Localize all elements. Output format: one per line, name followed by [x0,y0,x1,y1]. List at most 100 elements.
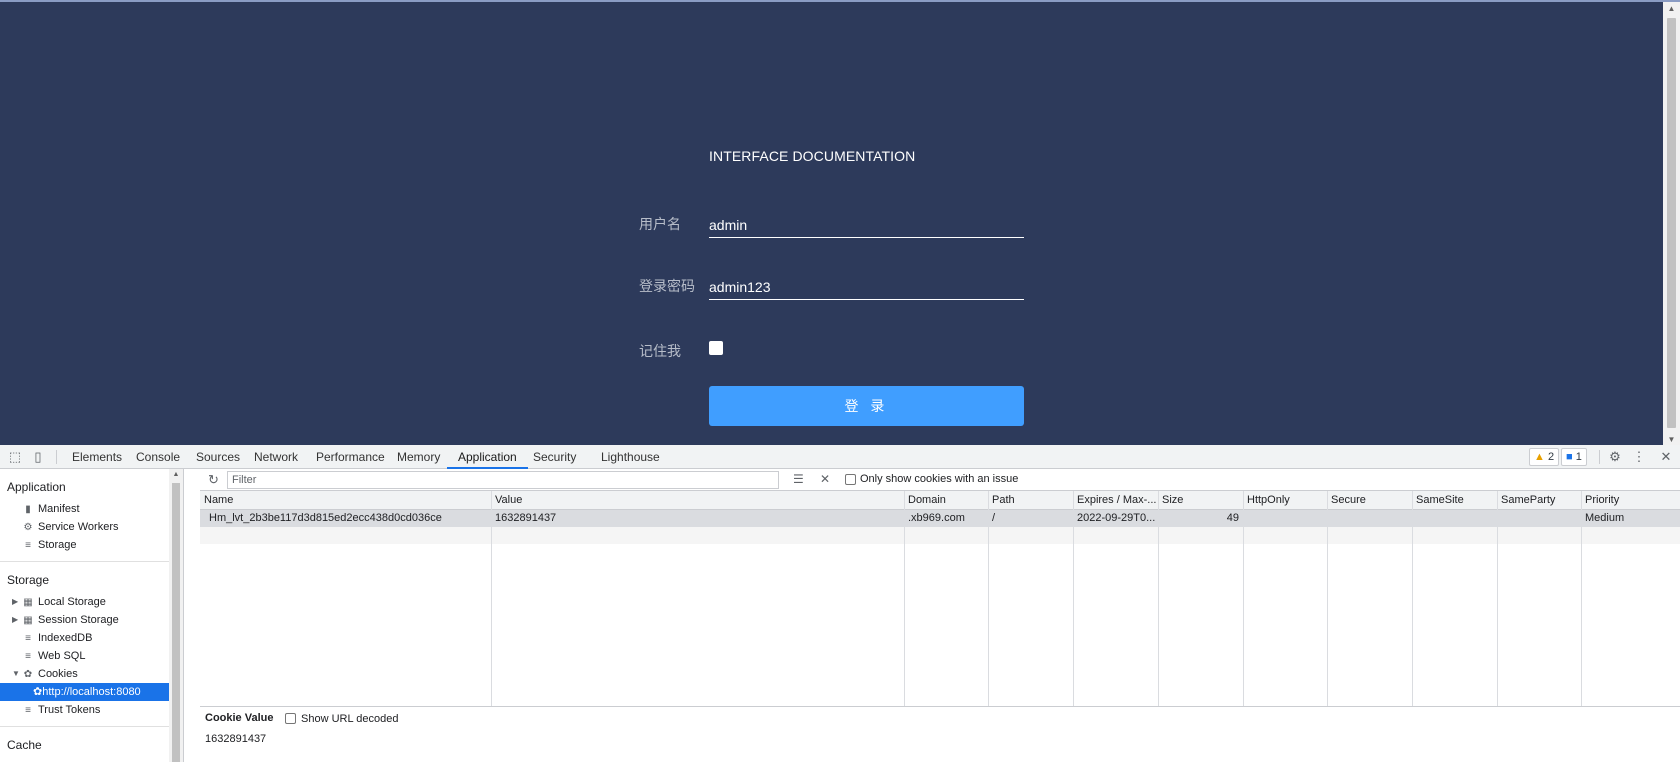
scroll-up-icon[interactable]: ▲ [169,469,183,481]
column-divider[interactable] [988,491,989,706]
column-divider[interactable] [1073,491,1074,706]
warning-count: 2 [1547,451,1555,463]
toolbar-divider [1599,450,1600,464]
delete-icon[interactable]: ✕ [820,472,830,486]
database-icon: ≡ [25,651,31,662]
scrollbar-thumb[interactable] [172,483,180,762]
gear-icon: ⚙ [23,522,33,533]
show-url-decoded-checkbox[interactable] [285,713,296,724]
column-header-domain[interactable]: Domain [904,491,988,510]
settings-gear-icon[interactable]: ⚙ [1607,449,1623,465]
column-divider[interactable] [491,491,492,706]
sidebar-header-cache: Cache [7,738,42,752]
show-url-decoded-label: Show URL decoded [301,713,399,725]
tab-sources[interactable]: Sources [194,445,242,469]
message-icon: ■ [1566,451,1573,463]
password-input[interactable] [709,270,1024,300]
column-header-name[interactable]: Name [200,491,491,510]
clear-filtered-icon[interactable]: ☰ [793,472,804,486]
expand-arrow-icon[interactable]: ▶ [12,593,18,611]
login-button[interactable]: 登 录 [709,386,1024,426]
column-divider[interactable] [1412,491,1413,706]
column-header-samesite[interactable]: SameSite [1412,491,1497,510]
more-options-icon[interactable]: ⋮ [1631,449,1647,465]
column-header-path[interactable]: Path [988,491,1073,510]
remember-checkbox[interactable] [709,341,723,355]
sidebar-item-manifest[interactable]: ▮ Manifest [22,500,79,518]
column-divider[interactable] [1327,491,1328,706]
sidebar-item-indexeddb[interactable]: ≡ IndexedDB [22,629,92,647]
column-divider[interactable] [904,491,905,706]
only-issues-checkbox[interactable] [845,474,856,485]
collapse-arrow-icon[interactable]: ▼ [12,665,20,683]
column-header-sameparty[interactable]: SameParty [1497,491,1581,510]
toolbar-divider [56,450,57,464]
login-title: INTERFACE DOCUMENTATION [709,148,916,164]
database-icon: ≡ [25,705,31,716]
sidebar-item-cookies[interactable]: ▼ ✿ Cookies [12,665,78,683]
cell-httponly [1243,510,1327,527]
column-header-expires[interactable]: Expires / Max-... [1073,491,1158,510]
tab-elements[interactable]: Elements [70,445,124,469]
file-icon: ▮ [25,504,31,515]
sidebar-item-trust-tokens[interactable]: ≡ Trust Tokens [22,701,100,719]
database-icon: ≡ [25,540,31,551]
warning-icon: ▲ [1534,451,1545,463]
column-header-httponly[interactable]: HttpOnly [1243,491,1327,510]
sidebar-item-session-storage[interactable]: ▶ ▦ Session Storage [12,611,119,629]
filter-input[interactable] [227,471,779,489]
sidebar-scrollbar[interactable]: ▲ [169,469,183,762]
cell-domain: .xb969.com [908,512,965,524]
sidebar-divider [0,561,183,562]
table-row-empty [200,527,1680,544]
column-header-secure[interactable]: Secure [1327,491,1412,510]
column-divider[interactable] [1497,491,1498,706]
tab-network[interactable]: Network [252,445,300,469]
cookie-value-text[interactable]: 1632891437 [205,733,266,745]
expand-arrow-icon[interactable]: ▶ [12,611,18,629]
column-header-size[interactable]: Size [1158,491,1243,510]
column-header-priority[interactable]: Priority [1581,491,1680,510]
username-input[interactable] [709,208,1024,238]
cell-name: Hm_lvt_2b3be117d3d815ed2ecc438d0cd036ce [209,512,442,524]
inspect-element-icon[interactable]: ⬚ [7,449,23,465]
messages-badge[interactable]: ■ 1 [1561,448,1587,466]
device-toolbar-icon[interactable]: ▯ [30,449,46,465]
application-sidebar: Application ▮ Manifest ⚙ Service Workers ≡… [0,469,184,762]
sidebar-header-application: Application [7,480,66,494]
tab-console[interactable]: Console [134,445,182,469]
sidebar-item-local-storage[interactable]: ▶ ▦ Local Storage [12,593,106,611]
column-divider[interactable] [1581,491,1582,706]
sidebar-item-cookie-origin[interactable]: ✿http://localhost:8080 [33,683,141,701]
table-row[interactable]: Hm_lvt_2b3be117d3d815ed2ecc438d0cd036ce … [200,510,1680,527]
scroll-up-icon[interactable]: ▲ [1663,2,1680,16]
tab-lighthouse[interactable]: Lighthouse [599,445,662,469]
tab-memory[interactable]: Memory [395,445,442,469]
page-scrollbar[interactable]: ▲ ▼ [1663,2,1680,447]
message-count: 1 [1575,451,1582,463]
cell-path: / [992,512,996,524]
cell-size: 49 [1226,512,1239,524]
column-divider[interactable] [1158,491,1159,706]
cookie-value-title: Cookie Value [205,712,274,724]
cookies-table: Name Value Domain Path Expires / Max-...… [200,491,1680,707]
close-devtools-icon[interactable]: ✕ [1658,449,1674,465]
grid-icon: ▦ [23,597,33,608]
sidebar-divider [0,726,183,727]
refresh-icon[interactable]: ↻ [208,472,219,488]
tab-application[interactable]: Application [447,445,528,469]
warnings-badge[interactable]: ▲ 2 [1529,448,1560,466]
cookies-toolbar: ↻ ☰ ✕ Only show cookies with an issue [200,469,1680,491]
grid-icon: ▦ [23,615,33,626]
cookie-icon: ✿ [33,686,43,698]
sidebar-item-storage[interactable]: ≡ Storage [22,536,76,554]
sidebar-item-web-sql[interactable]: ≡ Web SQL [22,647,85,665]
devtools-panel: ⬚ ▯ Elements Console Sources Network Per… [0,445,1680,762]
column-header-value[interactable]: Value [491,491,904,510]
tab-security[interactable]: Security [531,445,578,469]
cell-secure [1327,510,1412,527]
scrollbar-thumb[interactable] [1667,18,1676,428]
sidebar-item-service-workers[interactable]: ⚙ Service Workers [22,518,119,536]
column-divider[interactable] [1243,491,1244,706]
tab-performance[interactable]: Performance [314,445,387,469]
